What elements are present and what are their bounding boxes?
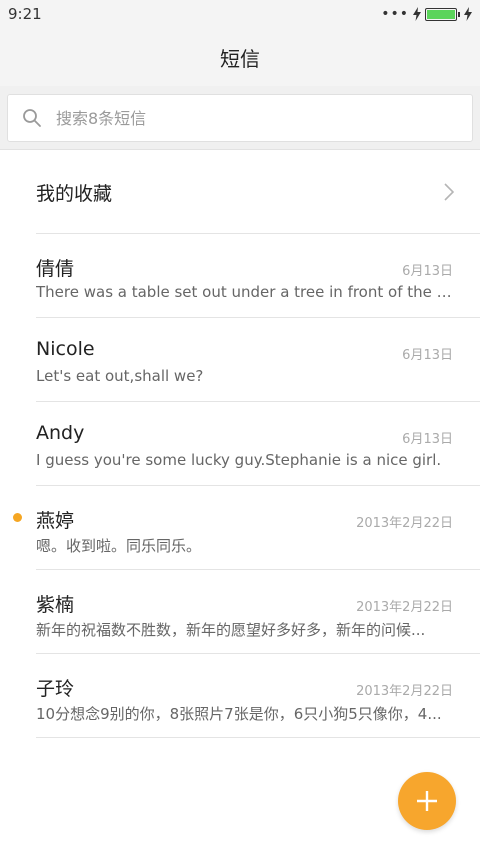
contact-name: Andy: [36, 422, 85, 444]
contact-name: Nicole: [36, 338, 95, 360]
search-input[interactable]: [56, 108, 436, 128]
message-preview: There was a table set out under a tree i…: [36, 283, 456, 301]
conversation-item[interactable]: 倩倩 6月13日 There was a table set out under…: [0, 234, 480, 318]
conversation-item[interactable]: 燕婷 2013年2月22日 嗯。收到啦。同乐同乐。: [0, 486, 480, 570]
message-date: 2013年2月22日: [356, 516, 453, 531]
message-date: 2013年2月22日: [356, 684, 453, 699]
conversation-item[interactable]: 紫楠 2013年2月22日 新年的祝福数不胜数，新年的愿望好多好多，新年的问候.…: [0, 570, 480, 654]
favorites-label: 我的收藏: [36, 182, 113, 205]
contact-name: 子玲: [36, 678, 75, 700]
conversation-item[interactable]: Andy 6月13日 I guess you're some lucky guy…: [0, 402, 480, 486]
message-preview: 新年的祝福数不胜数，新年的愿望好多好多，新年的问候...: [36, 621, 426, 639]
search-icon: [23, 109, 41, 127]
contact-name: 燕婷: [36, 510, 75, 532]
status-icons: •••: [381, 7, 472, 21]
unread-dot: [13, 513, 22, 522]
contact-name: 紫楠: [36, 594, 75, 616]
contact-name: 倩倩: [36, 258, 75, 280]
status-time: 9:21: [8, 5, 42, 23]
app-header: 短信: [0, 28, 480, 86]
charging-icon: [464, 7, 472, 21]
conversation-item[interactable]: 子玲 2013年2月22日 10分想念9别的你，8张照片7张是你，6只小狗5只像…: [0, 654, 480, 738]
message-preview: 嗯。收到啦。同乐同乐。: [36, 537, 202, 555]
divider: [36, 737, 480, 738]
search-box[interactable]: [7, 94, 473, 142]
favorites-row[interactable]: 我的收藏: [0, 150, 480, 234]
plus-icon: [417, 791, 437, 811]
status-bar: 9:21 •••: [0, 0, 480, 28]
charging-icon: [413, 7, 421, 21]
page-title: 短信: [220, 46, 260, 71]
conversation-item[interactable]: Nicole 6月13日 Let's eat out,shall we?: [0, 318, 480, 402]
chevron-right-icon: [444, 183, 454, 201]
message-date: 6月13日: [402, 348, 453, 363]
more-dots-icon: •••: [381, 6, 409, 22]
message-date: 2013年2月22日: [356, 600, 453, 615]
battery-level: [427, 9, 455, 19]
new-message-button[interactable]: [398, 772, 456, 830]
message-preview: 10分想念9别的你，8张照片7张是你，6只小狗5只像你，4...: [36, 705, 442, 723]
message-preview: I guess you're some lucky guy.Stephanie …: [36, 451, 442, 469]
message-date: 6月13日: [402, 264, 453, 279]
message-date: 6月13日: [402, 432, 453, 447]
battery-icon: [425, 7, 460, 21]
message-preview: Let's eat out,shall we?: [36, 367, 204, 385]
search-area: [0, 86, 480, 150]
